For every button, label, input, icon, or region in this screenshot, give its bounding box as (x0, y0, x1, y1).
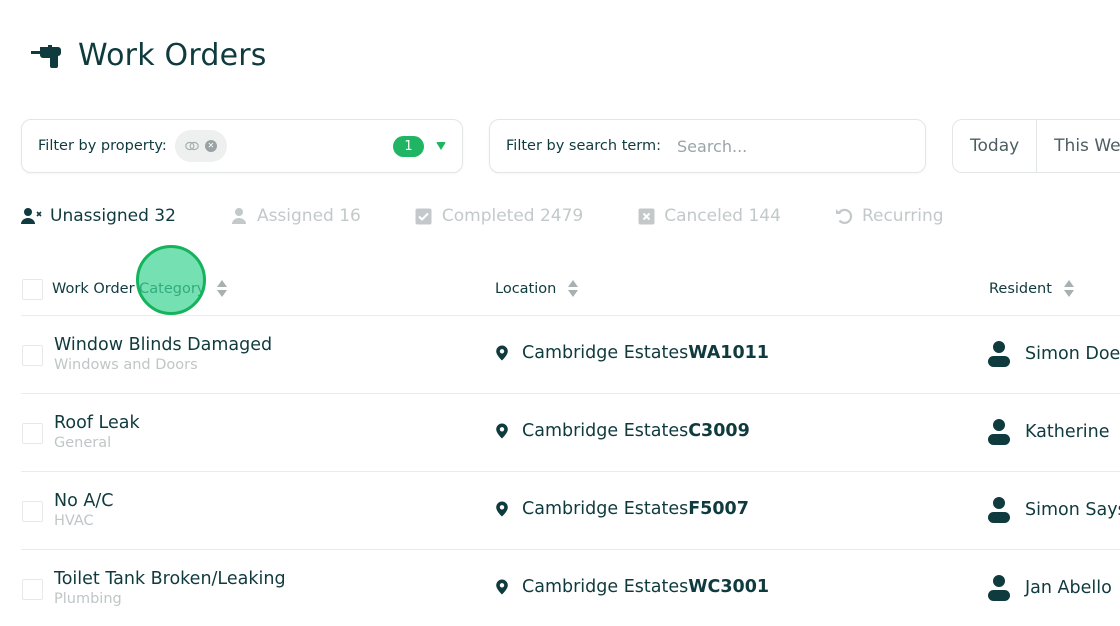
property-filter[interactable]: Filter by property: ✕ 1 (21, 119, 463, 173)
resident-name: Jan Abello (1025, 578, 1112, 598)
tab-unassigned[interactable]: Unassigned 32 (21, 206, 176, 226)
property-name: Cambridge Estates (522, 421, 689, 441)
resident-name: Simon Doe (1025, 344, 1120, 364)
location-cell: Cambridge Estates WA1011 (495, 343, 769, 363)
resident-cell[interactable]: Katherine (987, 418, 1110, 446)
search-filter-label: Filter by search term: (506, 138, 662, 154)
map-pin-icon (496, 345, 508, 361)
tab-assigned[interactable]: Assigned 16 (228, 206, 361, 226)
table-header: Work Order Category Location Resident (21, 264, 1120, 316)
location-cell: Cambridge Estates F5007 (495, 499, 749, 519)
work-order-title[interactable]: Window Blinds Damaged (54, 335, 272, 355)
check-square-icon (413, 207, 435, 225)
work-order-title[interactable]: Toilet Tank Broken/Leaking (54, 569, 286, 589)
user-icon (228, 207, 250, 225)
work-order-category: HVAC (54, 513, 94, 529)
table-row[interactable]: Window Blinds Damaged Windows and Doors … (21, 316, 1120, 394)
row-checkbox[interactable] (22, 345, 43, 366)
column-header-location[interactable]: Location (495, 280, 579, 297)
power-drill-icon (31, 44, 61, 68)
person-icon (988, 497, 1010, 523)
property-chip[interactable]: ✕ (174, 130, 227, 162)
tab-recurring[interactable]: Recurring (833, 206, 944, 226)
resident-cell[interactable]: Simon Says (987, 496, 1120, 524)
page-header: Work Orders (30, 38, 267, 73)
property-name: Cambridge Estates (522, 499, 689, 519)
work-order-title[interactable]: No A/C (54, 491, 113, 511)
work-order-category: Plumbing (54, 591, 122, 607)
select-all-checkbox[interactable] (22, 279, 43, 300)
work-orders-table: Work Order Category Location Resident Wi… (21, 264, 1120, 626)
resident-cell[interactable]: Simon Doe (987, 340, 1120, 368)
tab-label: Unassigned 32 (50, 206, 176, 226)
work-order-category: Windows and Doors (54, 357, 198, 373)
user-x-icon (21, 207, 43, 225)
caret-down-icon[interactable] (436, 142, 446, 150)
row-checkbox[interactable] (22, 423, 43, 444)
row-checkbox[interactable] (22, 579, 43, 600)
status-tabs: Unassigned 32 Assigned 16 Completed 2479… (21, 206, 996, 226)
tab-canceled[interactable]: Canceled 144 (635, 206, 781, 226)
sort-icon[interactable] (1063, 280, 1074, 297)
work-order-title[interactable]: Roof Leak (54, 413, 140, 433)
column-label: Resident (989, 280, 1052, 297)
link-icon (185, 141, 199, 151)
unit-number: WA1011 (688, 343, 769, 363)
unit-number: F5007 (688, 499, 749, 519)
property-name: Cambridge Estates (522, 577, 689, 597)
map-pin-icon (496, 501, 508, 517)
resident-cell[interactable]: Jan Abello (987, 574, 1112, 602)
sort-icon[interactable] (217, 280, 228, 297)
search-input[interactable] (677, 136, 898, 156)
table-row[interactable]: Roof Leak General Cambridge Estates C3009… (21, 394, 1120, 472)
tab-label: Assigned 16 (256, 206, 361, 226)
today-button[interactable]: Today (953, 120, 1036, 172)
person-icon (988, 419, 1010, 445)
location-cell: Cambridge Estates C3009 (495, 421, 750, 441)
location-cell: Cambridge Estates WC3001 (495, 577, 769, 597)
table-row[interactable]: Toilet Tank Broken/Leaking Plumbing Camb… (21, 550, 1120, 626)
map-pin-icon (496, 579, 508, 595)
table-row[interactable]: No A/C HVAC Cambridge Estates F5007 Simon… (21, 472, 1120, 550)
property-filter-label: Filter by property: (38, 138, 167, 154)
column-label: Work Order Category (52, 280, 206, 297)
resident-name: Simon Says (1025, 500, 1120, 520)
tab-label: Completed 2479 (441, 206, 584, 226)
page-title: Work Orders (78, 38, 267, 73)
sort-icon[interactable] (568, 280, 579, 297)
column-header-resident[interactable]: Resident (989, 280, 1074, 297)
column-header-category[interactable]: Work Order Category (52, 280, 228, 297)
tab-label: Recurring (861, 206, 944, 226)
unit-number: C3009 (688, 421, 750, 441)
person-icon (988, 341, 1010, 367)
search-filter: Filter by search term: (489, 119, 926, 173)
row-checkbox[interactable] (22, 501, 43, 522)
tab-label: Canceled 144 (664, 206, 781, 226)
person-icon (988, 575, 1010, 601)
x-square-icon (635, 207, 657, 225)
work-order-category: General (54, 435, 112, 451)
selected-count-badge: 1 (393, 136, 424, 157)
close-icon[interactable]: ✕ (204, 140, 217, 152)
resident-name: Katherine (1025, 422, 1110, 442)
date-range-group: Today This Week (952, 119, 1120, 173)
this-week-button[interactable]: This Week (1036, 120, 1120, 172)
column-label: Location (495, 280, 557, 297)
undo-icon (833, 207, 855, 225)
tab-completed[interactable]: Completed 2479 (413, 206, 583, 226)
map-pin-icon (496, 423, 508, 439)
property-name: Cambridge Estates (522, 343, 689, 363)
unit-number: WC3001 (688, 577, 770, 597)
